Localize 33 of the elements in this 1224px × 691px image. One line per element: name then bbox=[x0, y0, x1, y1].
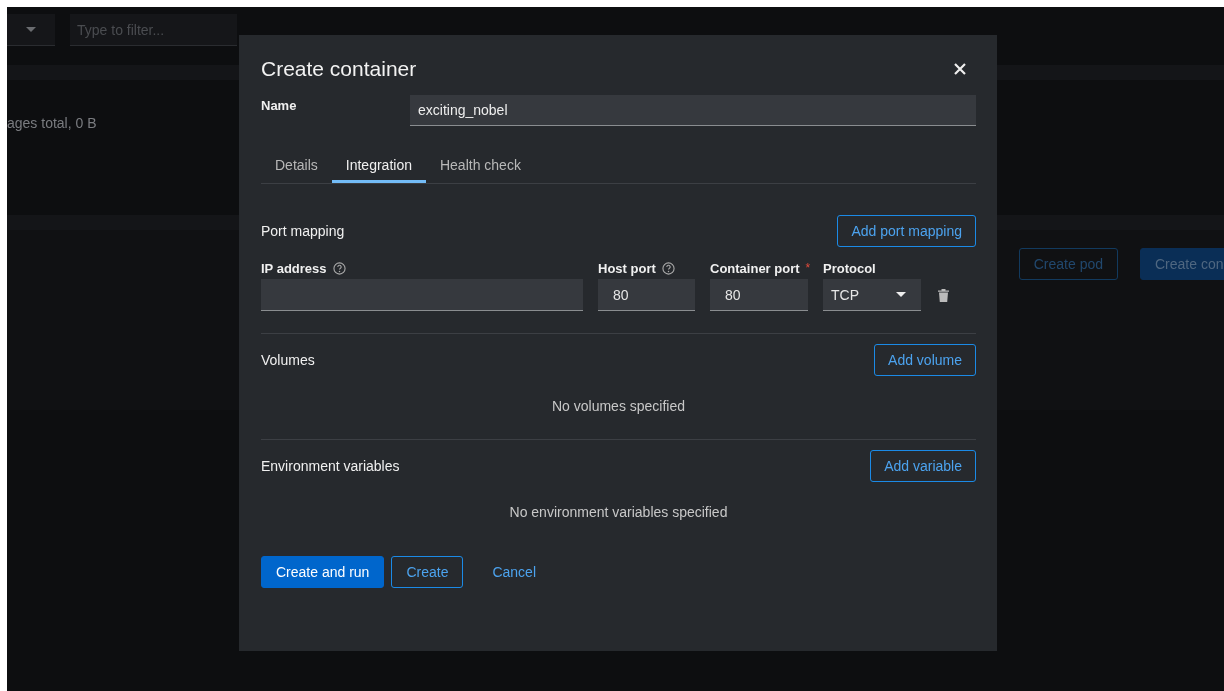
add-volume-button[interactable]: Add volume bbox=[874, 344, 976, 376]
name-field[interactable]: exciting_nobel bbox=[410, 95, 976, 126]
summary-text: ages total, 0 B bbox=[7, 115, 97, 131]
cancel-link[interactable]: Cancel bbox=[478, 556, 551, 588]
required-mark: * bbox=[805, 261, 811, 275]
trash-icon[interactable] bbox=[938, 288, 949, 302]
help-icon[interactable] bbox=[332, 261, 346, 275]
dialog-title: Create container bbox=[261, 57, 417, 81]
container-port-field[interactable]: 80 bbox=[710, 279, 808, 311]
caret-icon bbox=[26, 27, 36, 32]
section-title: Port mapping bbox=[261, 223, 345, 239]
section-title: Environment variables bbox=[261, 458, 400, 474]
column-label: Container port bbox=[710, 260, 800, 276]
host-port-field[interactable]: 80 bbox=[598, 279, 695, 311]
create-and-run-button[interactable]: Create and run bbox=[261, 556, 385, 588]
field-label: Name bbox=[261, 97, 298, 115]
empty-message: No environment variables specified bbox=[508, 504, 729, 520]
add-port-mapping-button[interactable]: Add port mapping bbox=[837, 215, 976, 247]
ip-address-field[interactable] bbox=[261, 279, 583, 311]
column-label: Protocol bbox=[823, 260, 876, 276]
column-label: Host port bbox=[598, 260, 656, 276]
tab[interactable]: Health check bbox=[425, 150, 535, 183]
protocol-select[interactable]: TCP bbox=[823, 279, 921, 311]
add-variable-button[interactable]: Add variable bbox=[870, 450, 976, 482]
create-button[interactable]: Create bbox=[391, 556, 464, 588]
column-label: IP address bbox=[261, 260, 327, 276]
close-icon[interactable] bbox=[954, 63, 966, 75]
empty-message: No volumes specified bbox=[550, 398, 687, 414]
section-title: Volumes bbox=[261, 352, 315, 368]
tab[interactable]: Integration bbox=[331, 150, 426, 183]
help-icon[interactable] bbox=[661, 261, 675, 275]
tab[interactable]: Details bbox=[261, 150, 332, 183]
caret-icon bbox=[896, 292, 906, 297]
